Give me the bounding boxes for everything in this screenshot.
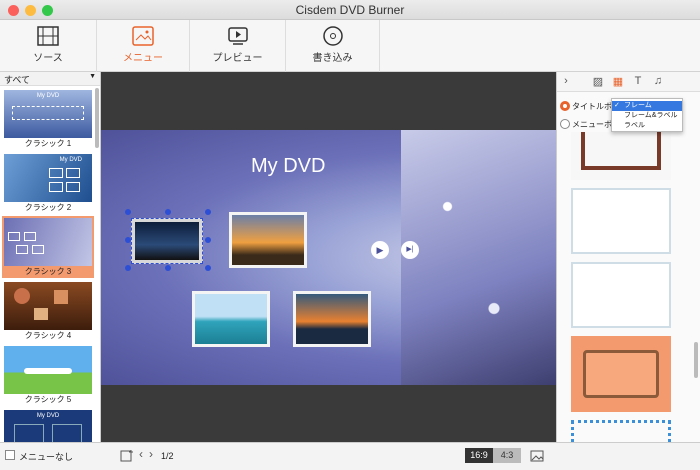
frame-style-item[interactable] — [571, 188, 671, 254]
template-item[interactable]: クラシック 5 — [2, 344, 94, 406]
template-thumbnail — [4, 218, 92, 266]
template-thumbnail: My DVD — [4, 90, 92, 138]
photo-frame-selected[interactable] — [131, 218, 203, 264]
chevron-right-icon[interactable]: › — [559, 75, 573, 89]
template-thumbnail-title: My DVD — [36, 93, 60, 99]
bottom-bar: メニューなし ‹ › 1/2 16:9 4:3 — [0, 442, 700, 470]
no-menu-checkbox[interactable] — [5, 450, 15, 460]
tab-source-label: ソース — [33, 53, 63, 64]
template-label: クラシック 3 — [24, 267, 72, 276]
button-style-dropdown: ✓ フレーム フレーム&ラベル ラベル — [611, 98, 683, 132]
flower-background-image — [401, 130, 556, 385]
resize-handle[interactable] — [125, 209, 131, 215]
window-title: Cisdem DVD Burner — [295, 3, 405, 17]
resize-handle[interactable] — [165, 209, 171, 215]
dropdown-option-label[interactable]: ラベル — [612, 121, 682, 131]
template-item[interactable]: My DVD — [2, 408, 94, 442]
next-page-icon[interactable]: › — [149, 447, 153, 461]
template-item[interactable]: クラシック 4 — [2, 280, 94, 342]
menu-template-icon — [132, 26, 154, 46]
photo-frame-city[interactable] — [192, 291, 270, 347]
template-item-selected[interactable]: クラシック 3 — [2, 216, 94, 278]
template-label: クラシック 5 — [24, 395, 72, 404]
tab-preview-label: プレビュー — [212, 53, 263, 64]
template-thumbnail: My DVD — [4, 154, 92, 202]
no-menu-label: メニューなし — [19, 452, 74, 462]
panel-scrollbar[interactable] — [694, 342, 698, 378]
dropdown-option-frame[interactable]: ✓ フレーム — [612, 101, 682, 111]
template-label: クラシック 4 — [24, 331, 72, 340]
template-label: クラシック 2 — [24, 203, 72, 212]
title-button-radio[interactable] — [560, 101, 570, 111]
tab-burn[interactable]: 書き込み — [286, 20, 380, 72]
template-list: My DVD クラシック 1 My DVD クラシック 2 クラシック 3 クラ… — [2, 88, 94, 442]
tab-menu[interactable]: メニュー — [97, 20, 190, 72]
next-chapter-button[interactable]: ▶| — [401, 241, 419, 259]
frame-style-item[interactable] — [571, 132, 671, 180]
check-icon: ✓ — [614, 102, 620, 109]
template-item[interactable]: My DVD クラシック 2 — [2, 152, 94, 214]
frame-style-list — [571, 132, 671, 442]
template-sidebar: すべて ▼ My DVD クラシック 1 My DVD クラシック 2 クラシッ… — [0, 72, 101, 442]
menu-button-radio[interactable] — [560, 119, 570, 129]
resize-handle[interactable] — [125, 237, 131, 243]
resize-handle[interactable] — [205, 209, 211, 215]
sidebar-scrollbar[interactable] — [95, 88, 99, 148]
background-icon[interactable]: ▨ — [591, 75, 605, 89]
disc-burn-icon — [322, 26, 343, 46]
text-style-icon[interactable]: T — [631, 75, 645, 89]
resize-handle[interactable] — [125, 265, 131, 271]
tab-burn-label: 書き込み — [312, 53, 353, 64]
menu-title-text[interactable]: My DVD — [251, 155, 325, 178]
tab-menu-label: メニュー — [123, 53, 163, 64]
template-thumbnail — [4, 346, 92, 394]
category-filter-select[interactable]: すべて ▼ — [0, 72, 100, 86]
category-filter-value: すべて — [4, 75, 31, 85]
template-label: クラシック 1 — [24, 139, 72, 148]
photo-frame-lighthouse[interactable] — [229, 212, 307, 268]
template-item[interactable]: My DVD クラシック 1 — [2, 88, 94, 150]
menu-background: My DVD ▶ ▶| — [101, 130, 556, 385]
ratio-4-3-button[interactable]: 4:3 — [493, 448, 521, 463]
prev-page-icon[interactable]: ‹ — [139, 447, 143, 461]
panel-tabs: › ▨ ▦ T ♫ — [557, 72, 700, 92]
main-toolbar: ソース メニュー プレビュー 書き込み — [0, 20, 700, 72]
frame-style-item[interactable] — [571, 420, 671, 442]
template-thumbnail: My DVD — [4, 410, 92, 442]
title-bar: Cisdem DVD Burner — [0, 0, 700, 20]
menu-preview-canvas: My DVD ▶ ▶| — [101, 72, 556, 442]
template-thumbnail-title: My DVD — [36, 413, 60, 419]
music-icon[interactable]: ♫ — [651, 75, 665, 89]
template-thumbnail — [4, 282, 92, 330]
film-icon — [37, 26, 59, 46]
tab-source[interactable]: ソース — [0, 20, 97, 72]
resize-handle[interactable] — [205, 265, 211, 271]
ratio-16-9-button[interactable]: 16:9 — [465, 448, 493, 463]
image-settings-icon[interactable] — [530, 449, 544, 463]
page-indicator: 1/2 — [161, 451, 174, 461]
photo-frame-sunset[interactable] — [293, 291, 371, 347]
add-page-icon[interactable] — [120, 449, 134, 463]
frame-grid-icon[interactable]: ▦ — [611, 75, 625, 89]
tab-preview[interactable]: プレビュー — [190, 20, 286, 72]
dropdown-option-frame-label[interactable]: フレーム&ラベル — [612, 111, 682, 121]
frame-style-item[interactable] — [571, 262, 671, 328]
resize-handle[interactable] — [165, 265, 171, 271]
dropdown-arrow-icon: ▼ — [89, 73, 96, 80]
play-button[interactable]: ▶ — [371, 241, 389, 259]
template-thumbnail-title: My DVD — [59, 157, 82, 163]
frame-style-item-selected[interactable] — [571, 336, 671, 412]
preview-play-icon — [227, 27, 248, 45]
resize-handle[interactable] — [205, 237, 211, 243]
